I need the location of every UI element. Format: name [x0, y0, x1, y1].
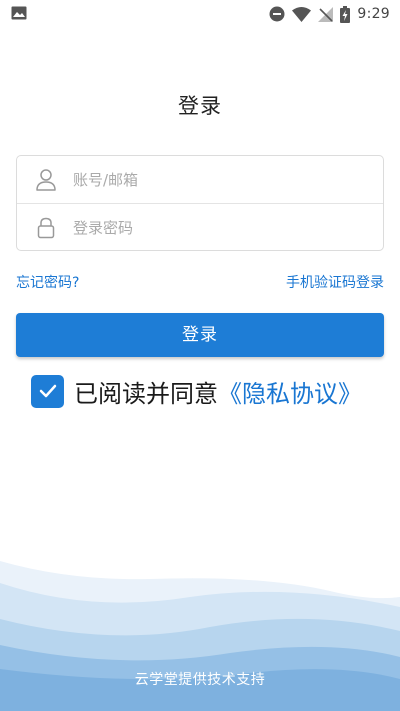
- account-input[interactable]: [73, 164, 363, 196]
- no-signal-icon: [318, 6, 334, 22]
- battery-charging-icon: [340, 5, 351, 23]
- agreement-checkbox[interactable]: [31, 374, 64, 408]
- login-button[interactable]: 登录: [16, 313, 384, 357]
- page-title: 登录: [178, 94, 222, 118]
- image-icon: [11, 6, 27, 20]
- password-input[interactable]: [73, 212, 363, 244]
- login-form: [16, 155, 384, 251]
- sms-login-link[interactable]: 手机验证码登录: [286, 272, 384, 292]
- lock-icon: [36, 217, 56, 239]
- status-icons: 9:29: [269, 4, 390, 24]
- user-icon: [36, 169, 56, 191]
- password-row: [17, 204, 383, 252]
- footer-credit: 云学堂提供技术支持: [134, 672, 266, 688]
- status-bar: 9:29: [0, 0, 400, 28]
- agreement-row: 已阅读并同意 《隐私协议》: [31, 374, 362, 408]
- status-time: 9:29: [357, 6, 390, 22]
- forgot-password-link[interactable]: 忘记密码?: [16, 272, 79, 292]
- privacy-policy-link[interactable]: 《隐私协议》: [218, 374, 362, 409]
- login-screen: 9:29 登录 忘记密码? 手机验证码登录: [0, 0, 400, 711]
- account-row: [17, 156, 383, 204]
- agreement-text: 已阅读并同意: [74, 379, 218, 408]
- checkmark-icon: [39, 384, 56, 398]
- do-not-disturb-icon: [269, 6, 285, 22]
- wifi-icon: [292, 6, 312, 22]
